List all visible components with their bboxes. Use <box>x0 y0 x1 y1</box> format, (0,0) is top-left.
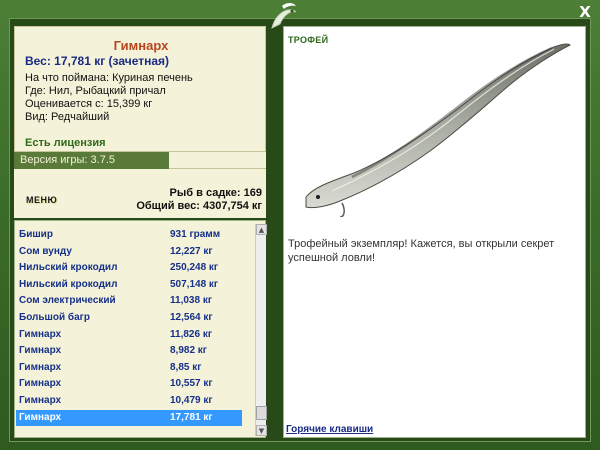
catch-list-scrollbar[interactable]: ▲ ▼ <box>255 224 267 436</box>
catch-item-name: Нильский крокодил <box>19 262 118 274</box>
catch-list-item[interactable]: Гимнарх 17,781 кг <box>16 409 242 426</box>
trophy-message: Трофейный экземпляр! Кажется, вы открыли… <box>288 238 555 264</box>
fish-weight: Вес: 17,781 кг (зачетная) <box>25 54 170 68</box>
catch-item-name: Бишир <box>19 229 53 240</box>
catch-item-weight: 11,826 кг <box>170 328 212 340</box>
fish-title: Гимнарх <box>113 38 169 53</box>
catch-item-weight: 931 грамм <box>170 229 221 240</box>
catch-list-item[interactable]: Большой багр 12,564 кг <box>16 310 242 326</box>
catch-list-item[interactable]: Гимнарх 10,557 кг <box>16 376 242 392</box>
price-line: Оценивается с: 15,399 кг <box>25 98 153 110</box>
catch-item-name: Сом вунду <box>19 245 72 257</box>
license-status: Есть лицензия <box>25 137 106 149</box>
catch-item-weight: 11,038 кг <box>170 295 212 307</box>
scroll-down-arrow-icon[interactable]: ▼ <box>256 425 267 436</box>
catch-list-item[interactable]: Сом электрический 11,038 кг <box>16 293 242 309</box>
scroll-up-arrow-icon[interactable]: ▲ <box>256 224 267 235</box>
close-button[interactable]: X <box>577 4 593 20</box>
catch-item-weight: 507,148 кг <box>170 278 219 290</box>
catch-item-weight: 12,564 кг <box>170 312 213 323</box>
catch-item-weight: 10,479 кг <box>170 395 213 406</box>
catch-item-name: Нильский крокодил <box>19 278 118 290</box>
catch-item-name: Гимнарх <box>19 328 62 340</box>
catch-item-weight: 10,557 кг <box>170 378 213 390</box>
catch-item-weight: 12,227 кг <box>170 245 213 257</box>
menu-button[interactable]: МЕНЮ <box>26 195 57 205</box>
catch-list-item[interactable]: Гимнарх 8,982 кг <box>16 343 242 359</box>
catch-item-name: Большой багр <box>19 312 90 323</box>
version-bar-filler <box>169 152 266 169</box>
cage-stats-panel: МЕНЮ Рыб в садке: 169 Общий вес: 4307,75… <box>14 169 266 218</box>
catch-item-name: Сом электрический <box>19 295 116 307</box>
fish-info-panel: Гимнарх Вес: 17,781 кг (зачетная) На что… <box>14 26 266 152</box>
catch-list-item[interactable]: Гимнарх 8,85 кг <box>16 360 242 376</box>
gymnarchus-fish-image <box>305 43 571 217</box>
scrollbar-thumb[interactable] <box>256 405 267 420</box>
place-line: Где: Нил, Рыбацкий причал <box>25 85 166 97</box>
catch-item-name: Гимнарх <box>19 361 62 373</box>
bait-line: На что поймана: Куриная печень <box>25 72 193 84</box>
catch-list-item[interactable]: Нильский крокодил 250,248 кг <box>16 260 242 276</box>
catch-item-weight: 250,248 кг <box>170 262 219 274</box>
catch-list-item[interactable]: Гимнарх 10,479 кг <box>16 393 242 409</box>
catch-item-name: Гимнарх <box>19 395 62 406</box>
hotkeys-link[interactable]: Горячие клавиши <box>286 424 373 435</box>
catch-item-weight: 8,85 кг <box>170 361 202 373</box>
catch-item-name: Гимнарх <box>19 378 62 390</box>
catch-item-weight: 17,781 кг <box>170 411 213 423</box>
total-weight: Общий вес: 4307,754 кг <box>136 200 262 212</box>
kind-line: Вид: Редчайший <box>25 111 110 123</box>
catch-list-item[interactable]: Сом вунду 12,227 кг <box>16 244 242 260</box>
catch-item-weight: 8,982 кг <box>170 345 207 357</box>
catch-item-name: Гимнарх <box>19 345 62 357</box>
trophy-panel: ТРОФЕЙ Трофейный экземпляр! Кажется, вы … <box>283 26 586 438</box>
cage-count: Рыб в садке: 169 <box>169 187 262 199</box>
catch-list-item[interactable]: Бишир 931 грамм <box>16 227 242 243</box>
catch-list-item[interactable]: Гимнарх 11,826 кг <box>16 327 242 343</box>
menu-button-label: МЕНЮ <box>26 195 58 205</box>
catch-list[interactable]: Бишир 931 грамм Сом вунду 12,227 кг Нильский… <box>14 220 267 438</box>
catch-list-item[interactable]: Нильский крокодил 507,148 кг <box>16 277 242 293</box>
game-version: Версия игры: 3.7.5 <box>14 152 169 169</box>
catch-item-name: Гимнарх <box>19 411 62 423</box>
